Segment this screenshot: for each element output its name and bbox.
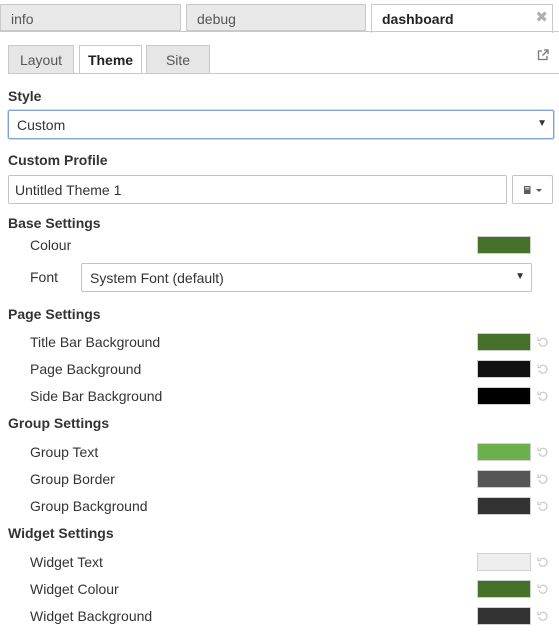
widget-text-label: Widget Text [30,554,103,570]
tab-debug-label: debug [197,11,236,27]
tab-debug[interactable]: debug [186,4,366,31]
close-icon[interactable]: ✖ [535,8,548,26]
group-text-swatch[interactable] [477,443,531,461]
group-bg-label: Group Background [30,498,148,514]
undo-icon[interactable] [537,446,549,458]
font-label: Font [30,269,59,285]
page-bg-label: Page Background [30,361,142,377]
tab-theme[interactable]: Theme [79,45,142,74]
widget-bg-swatch[interactable] [477,607,531,625]
group-bg-swatch[interactable] [477,497,531,515]
undo-icon[interactable] [537,390,549,402]
side-bar-bg-label: Side Bar Background [30,388,163,404]
tab-dashboard-label: dashboard [382,11,454,27]
style-select[interactable]: Custom ▼ [8,110,554,139]
undo-icon[interactable] [537,363,549,375]
caret-down-icon: ▼ [537,118,547,129]
widget-colour-swatch[interactable] [477,580,531,598]
tab-theme-label: Theme [87,52,134,68]
group-settings-heading: Group Settings [8,415,110,431]
group-border-swatch[interactable] [477,470,531,488]
widget-settings-heading: Widget Settings [8,525,114,541]
profile-menu-button[interactable] [512,175,553,204]
colour-label: Colour [30,237,72,253]
undo-icon[interactable] [537,556,549,568]
tab-site-label: Site [165,52,191,68]
side-bar-bg-swatch[interactable] [477,387,531,405]
widget-bg-label: Widget Background [30,608,153,624]
widget-colour-label: Widget Colour [30,581,119,597]
book-icon [524,186,542,194]
undo-icon[interactable] [537,473,549,485]
tab-info[interactable]: info [0,4,181,31]
undo-icon[interactable] [537,610,549,622]
external-link-icon[interactable] [537,49,549,61]
custom-profile-heading: Custom Profile [8,152,108,168]
style-heading: Style [8,88,42,104]
undo-icon[interactable] [537,500,549,512]
title-bar-bg-swatch[interactable] [477,333,531,351]
font-select[interactable]: System Font (default) ▼ [81,263,532,292]
group-border-label: Group Border [30,471,115,487]
tab-dashboard[interactable]: dashboard ✖ [371,4,553,33]
tab-layout[interactable]: Layout [8,45,74,74]
page-settings-heading: Page Settings [8,306,101,322]
sub-tab-divider [8,73,559,74]
profile-name-value: Untitled Theme 1 [15,182,122,198]
group-text-label: Group Text [30,444,99,460]
undo-icon[interactable] [537,583,549,595]
font-select-value: System Font (default) [90,270,224,286]
profile-name-input[interactable]: Untitled Theme 1 [8,175,507,204]
sub-tab-bar: Layout Theme Site [8,45,559,74]
title-bar-bg-label: Title Bar Background [30,334,161,350]
tab-site[interactable]: Site [146,45,210,74]
base-colour-swatch[interactable] [477,236,531,254]
widget-text-swatch[interactable] [477,553,531,571]
page-bg-swatch[interactable] [477,360,531,378]
top-tab-divider [0,31,559,32]
tab-layout-label: Layout [19,52,63,68]
caret-down-icon: ▼ [515,271,525,282]
undo-icon[interactable] [537,336,549,348]
top-tab-bar: info debug dashboard ✖ [0,0,559,33]
tab-info-label: info [11,11,34,27]
base-settings-heading: Base Settings [8,215,101,231]
style-select-value: Custom [17,117,66,133]
